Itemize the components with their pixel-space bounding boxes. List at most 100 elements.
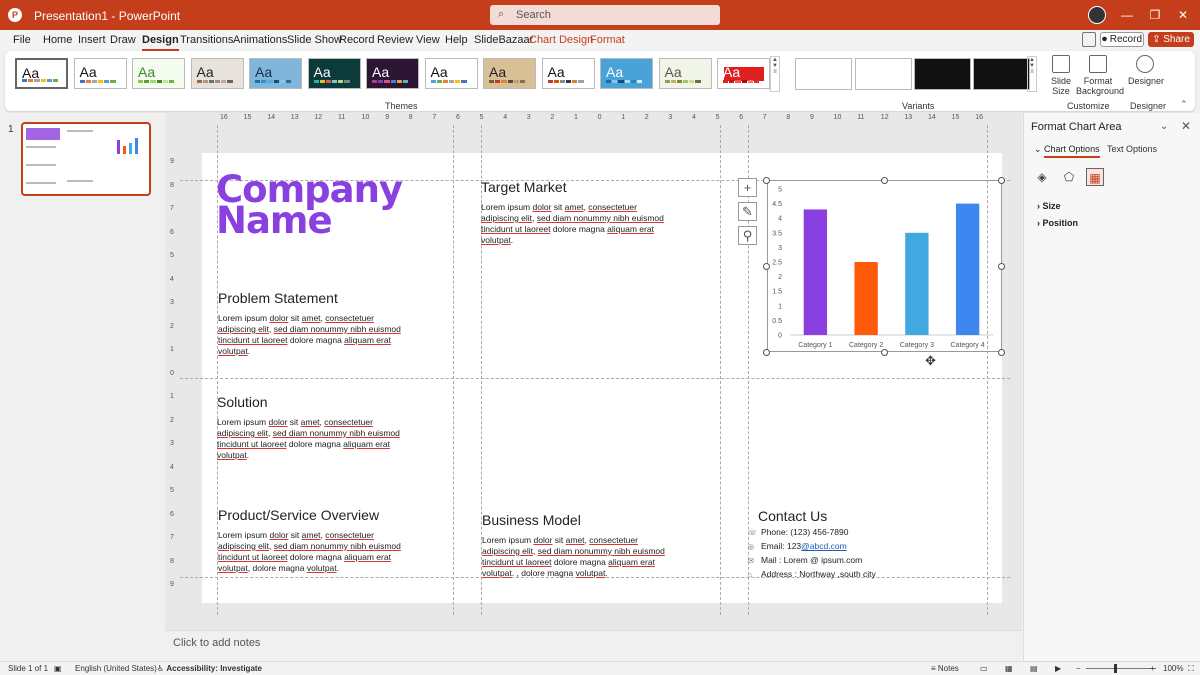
zoom-slider-thumb[interactable] [1114, 664, 1117, 673]
restore-button[interactable]: ❐ [1146, 6, 1164, 24]
designer-button[interactable]: Designer [1128, 55, 1164, 86]
format-background-button[interactable]: Format Background [1076, 55, 1124, 96]
variant-1[interactable] [795, 58, 852, 90]
avatar[interactable] [1088, 6, 1106, 24]
email-link[interactable]: @abcd.com [801, 541, 846, 551]
chart-bar[interactable] [803, 209, 828, 335]
themes-scroll[interactable]: ▲ ▼ ≡ [770, 56, 780, 92]
theme-thumbnail[interactable]: Aa [424, 58, 478, 89]
position-section[interactable]: › Position [1037, 218, 1078, 228]
slide-thumbnail[interactable] [21, 122, 151, 196]
tab-home[interactable]: Home [43, 34, 72, 46]
theme-thumbnail[interactable]: Aa [132, 58, 185, 89]
language[interactable]: English (United States) [75, 664, 157, 673]
theme-thumbnail[interactable]: Aa [73, 58, 127, 89]
theme-thumbnail[interactable]: Aa [717, 58, 770, 89]
slide-sorter-icon[interactable]: ▦ [1005, 664, 1013, 673]
theme-thumbnail[interactable]: Aa [307, 58, 361, 89]
resize-handle[interactable] [763, 263, 770, 270]
reading-view-icon[interactable]: ▤ [1030, 664, 1038, 673]
effects-icon[interactable]: ⬠ [1060, 168, 1078, 186]
zoom-out-button[interactable]: − [1076, 664, 1081, 673]
resize-handle[interactable] [881, 349, 888, 356]
company-name-title[interactable]: Company Name [216, 171, 403, 239]
tab-format[interactable]: Format [590, 34, 625, 46]
theme-thumbnail[interactable]: Aa [15, 58, 68, 89]
variants-scroll[interactable]: ▲ ▼ ≡ [1027, 56, 1037, 92]
tab-draw[interactable]: Draw [110, 34, 136, 46]
contact-mail[interactable]: ✉ Mail : Lorem @ ipsum.com [748, 555, 862, 565]
target-heading[interactable]: Target Market [481, 179, 567, 195]
minimize-button[interactable]: — [1118, 6, 1136, 24]
fit-slide-icon[interactable]: ⛶ [1188, 664, 1194, 674]
chart-filters-button[interactable]: ⚲ [738, 226, 757, 245]
chevron-down-icon[interactable]: ⌄ [1160, 121, 1168, 132]
product-heading[interactable]: Product/Service Overview [218, 507, 379, 523]
theme-thumbnail[interactable]: Aa [249, 58, 302, 89]
size-properties-icon[interactable]: ▦ [1086, 168, 1104, 186]
theme-thumbnail[interactable]: Aa [658, 58, 712, 89]
tab-transitions[interactable]: Transitions [180, 34, 233, 46]
zoom-slider[interactable] [1086, 668, 1156, 669]
contact-phone[interactable]: ☏ Phone: (123) 456-7890 [748, 527, 848, 537]
tab-slide-show[interactable]: Slide Show [287, 34, 342, 46]
fill-line-icon[interactable]: ◈ [1033, 168, 1051, 186]
size-section[interactable]: › Size [1037, 201, 1061, 211]
theme-thumbnail[interactable]: Aa [541, 58, 595, 89]
theme-thumbnail[interactable]: Aa [483, 58, 536, 89]
accessibility-status[interactable]: ♿ Accessibility: Investigate [157, 664, 262, 673]
tab-file[interactable]: File [13, 34, 31, 46]
variant-3[interactable] [914, 58, 971, 90]
search-input[interactable]: ⌕ Search [490, 5, 720, 25]
tab-design[interactable]: Design [142, 34, 179, 51]
tab-text-options[interactable]: Text Options [1107, 144, 1157, 154]
resize-handle[interactable] [763, 177, 770, 184]
bar-chart[interactable]: 0 0.5 1 1.5 2 2.5 3 3.5 4 4.5 5 Category 1 Category … [767, 180, 1002, 352]
resize-handle[interactable] [998, 177, 1005, 184]
chart-bar[interactable] [905, 232, 929, 335]
tab-animations[interactable]: Animations [233, 34, 287, 46]
solution-heading[interactable]: Solution [217, 394, 268, 410]
tab-review[interactable]: Review [377, 34, 413, 46]
business-heading[interactable]: Business Model [482, 512, 581, 528]
resize-handle[interactable] [998, 349, 1005, 356]
chart-styles-button[interactable]: ✎ [738, 202, 757, 221]
slide-size-button[interactable]: Slide Size [1046, 55, 1076, 96]
variant-4[interactable] [973, 58, 1030, 90]
close-icon[interactable]: ✕ [1181, 119, 1191, 133]
solution-body[interactable]: Lorem ipsum dolor sit amet, consectetuer… [217, 417, 407, 461]
spellcheck-icon[interactable]: ▣ [54, 664, 62, 673]
problem-heading[interactable]: Problem Statement [218, 290, 338, 306]
theme-thumbnail[interactable]: Aa [366, 58, 419, 89]
chart-bar[interactable] [854, 262, 878, 335]
tab-record[interactable]: Record [339, 34, 374, 46]
share-button[interactable]: ⇪ Share [1148, 32, 1194, 47]
contact-heading[interactable]: Contact Us [758, 508, 827, 524]
contact-email[interactable]: ◎ Email: 123@abcd.com [748, 541, 847, 551]
theme-thumbnail[interactable]: Aa [600, 58, 653, 89]
comments-button[interactable] [1082, 32, 1096, 47]
normal-view-icon[interactable]: ▭ [980, 664, 988, 673]
tab-slidebazaar[interactable]: SlideBazaar [474, 34, 533, 46]
close-button[interactable]: ✕ [1174, 6, 1192, 24]
business-body[interactable]: Lorem ipsum dolor sit amet, consectetuer… [482, 535, 672, 579]
zoom-level[interactable]: 100% [1163, 664, 1183, 673]
tab-view[interactable]: View [416, 34, 440, 46]
resize-handle[interactable] [998, 263, 1005, 270]
variant-2[interactable] [855, 58, 912, 90]
notes-toggle[interactable]: ≡ Notes [931, 664, 959, 673]
chart-bar[interactable] [955, 203, 980, 335]
tab-insert[interactable]: Insert [78, 34, 106, 46]
resize-handle[interactable] [763, 349, 770, 356]
theme-thumbnail[interactable]: Aa [190, 58, 244, 89]
zoom-in-button[interactable]: + [1150, 664, 1155, 673]
problem-body[interactable]: Lorem ipsum dolor sit amet, consectetuer… [218, 313, 408, 357]
notes-pane[interactable]: Click to add notes [165, 630, 1022, 660]
resize-handle[interactable] [881, 177, 888, 184]
collapse-ribbon-icon[interactable]: ⌃ [1180, 99, 1188, 110]
contact-address[interactable]: ⌂ Address : Northway ,south city [748, 569, 876, 579]
chart-elements-button[interactable]: + [738, 178, 757, 197]
slideshow-icon[interactable]: ▶ [1055, 664, 1061, 673]
tab-chart-design[interactable]: Chart Design [529, 34, 593, 46]
tab-chart-options[interactable]: ⌄ Chart Options [1034, 144, 1100, 158]
